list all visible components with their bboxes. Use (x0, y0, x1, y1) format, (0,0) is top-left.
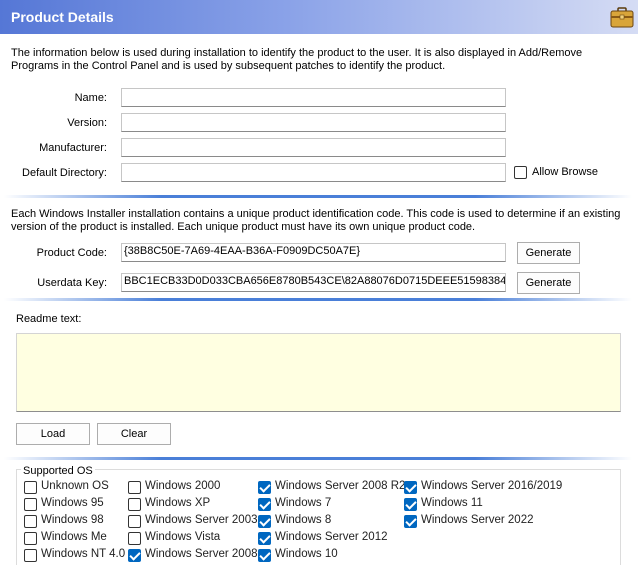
os-checkbox[interactable] (128, 498, 141, 511)
allow-browse-checkbox[interactable] (514, 166, 527, 179)
generate-product-code-button[interactable]: Generate (517, 242, 580, 264)
briefcase-icon (610, 7, 634, 28)
product-code-field[interactable]: {38B8C50E-7A69-4EAA-B36A-F0909DC50A7E} (121, 243, 506, 262)
os-checkbox-label: Windows 95 (41, 497, 104, 509)
userdata-key-label: Userdata Key: (37, 277, 107, 289)
readme-label: Readme text: (16, 313, 82, 325)
generate-userdata-key-button[interactable]: Generate (517, 272, 580, 294)
os-checkbox-item[interactable]: Windows Server 2022 (404, 514, 554, 530)
name-label: Name: (74, 92, 107, 104)
separator (4, 298, 632, 301)
version-field[interactable] (121, 113, 506, 132)
os-checkbox[interactable] (24, 498, 37, 511)
os-checkbox-item[interactable]: Windows 10 (258, 548, 408, 564)
os-checkbox-item[interactable]: Windows Server 2003 (128, 514, 278, 530)
os-checkbox-item[interactable]: Windows 7 (258, 497, 408, 513)
page-title: Product Details (11, 9, 114, 25)
os-checkbox[interactable] (258, 549, 271, 562)
os-checkbox-label: Windows Server 2008 (145, 548, 258, 560)
os-checkbox-item[interactable]: Windows Server 2016/2019 (404, 480, 562, 496)
manufacturer-field[interactable] (121, 138, 506, 157)
name-field[interactable] (121, 88, 506, 107)
os-checkbox-label: Windows 7 (275, 497, 332, 509)
os-checkbox[interactable] (258, 532, 271, 545)
os-checkbox[interactable] (404, 498, 417, 511)
product-code-label: Product Code: (36, 247, 107, 259)
os-checkbox-item[interactable]: Windows XP (128, 497, 278, 513)
os-checkbox-item[interactable]: Windows 2000 (128, 480, 278, 496)
separator (4, 457, 632, 460)
product-info-description: The information below is used during ins… (11, 47, 583, 72)
version-label: Version: (67, 117, 107, 129)
os-checkbox-label: Windows Me (41, 531, 107, 543)
os-checkbox-label: Windows XP (145, 497, 211, 509)
os-checkbox[interactable] (24, 515, 37, 528)
os-checkbox-label: Windows 10 (275, 548, 338, 560)
supported-os-label: Supported OS (21, 465, 95, 477)
os-checkbox[interactable] (258, 481, 271, 494)
os-checkbox-label: Windows 2000 (145, 480, 221, 492)
allow-browse-label: Allow Browse (532, 166, 599, 178)
os-checkbox-label: Unknown OS (41, 480, 109, 492)
os-checkbox[interactable] (24, 481, 37, 494)
os-checkbox-item[interactable]: Windows Server 2008 R2 (258, 480, 408, 496)
separator (4, 195, 632, 198)
os-checkbox[interactable] (128, 515, 141, 528)
clear-button[interactable]: Clear (97, 423, 171, 445)
readme-textarea[interactable] (16, 333, 621, 412)
os-checkbox[interactable] (258, 498, 271, 511)
os-checkbox-label: Windows Server 2003 (145, 514, 258, 526)
identification-description: Each Windows Installer installation cont… (11, 208, 621, 233)
os-checkbox[interactable] (128, 532, 141, 545)
os-checkbox[interactable] (404, 481, 417, 494)
os-checkbox-label: Windows Server 2008 R2 (275, 480, 406, 492)
os-checkbox[interactable] (404, 515, 417, 528)
load-button[interactable]: Load (16, 423, 90, 445)
os-checkbox[interactable] (128, 481, 141, 494)
default-directory-field[interactable] (121, 163, 506, 182)
os-checkbox-label: Windows Server 2012 (275, 531, 388, 543)
os-checkbox-label: Windows Vista (145, 531, 221, 543)
os-checkbox[interactable] (24, 532, 37, 545)
os-checkbox-label: Windows 8 (275, 514, 332, 526)
manufacturer-label: Manufacturer: (39, 142, 107, 154)
userdata-key-field[interactable]: BBC1ECB33D0D033CBA656E8780B543CE\82A8807… (121, 273, 506, 292)
os-checkbox-label: Windows 11 (421, 497, 483, 509)
os-checkbox-item[interactable]: Windows Server 2008 (128, 548, 278, 564)
os-checkbox-label: Windows Server 2022 (421, 514, 534, 526)
os-checkbox-label: Windows Server 2016/2019 (421, 480, 563, 492)
default-directory-label: Default Directory: (22, 167, 107, 179)
os-checkbox[interactable] (258, 515, 271, 528)
os-checkbox-label: Windows NT 4.0 (41, 548, 126, 560)
os-checkbox-item[interactable]: Windows Vista (128, 531, 278, 547)
os-checkbox-item[interactable]: Windows 8 (258, 514, 408, 530)
os-checkbox[interactable] (24, 549, 37, 562)
os-checkbox-item[interactable]: Windows 11 (404, 497, 554, 513)
os-checkbox-item[interactable]: Windows Server 2012 (258, 531, 408, 547)
os-checkbox[interactable] (128, 549, 141, 562)
os-checkbox-label: Windows 98 (41, 514, 104, 526)
